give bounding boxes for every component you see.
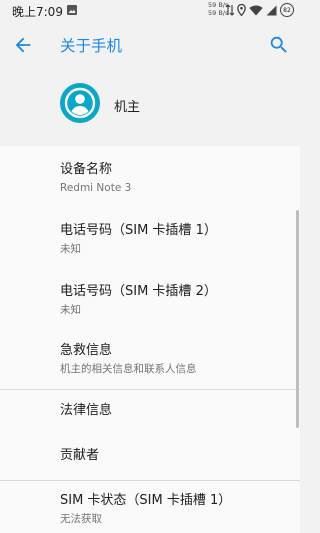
status-icons: 82 (226, 3, 294, 17)
item-title: SIM 卡状态（SIM 卡插槽 1） (60, 493, 232, 508)
item-title: 设备名称 (60, 162, 113, 177)
signal-icon (266, 5, 277, 16)
item-subtitle: Redmi Note 3 (60, 182, 132, 194)
list-item-sim-status-sim1[interactable]: SIM 卡状态（SIM 卡插槽 1） 无法获取 (60, 493, 290, 526)
image-notification-icon (66, 4, 78, 16)
account-circle-icon (64, 87, 96, 119)
item-subtitle: 无法获取 (60, 513, 102, 525)
owner-label: 机主 (114, 100, 141, 115)
status-bar: 晚上7:09 59 B/s 59 B/s 82 (0, 0, 300, 22)
scrollbar[interactable] (296, 210, 299, 428)
owner-profile[interactable]: 机主 (0, 68, 300, 146)
avatar (60, 83, 100, 123)
back-button[interactable] (12, 34, 34, 56)
wifi-icon (249, 5, 263, 16)
list-item-legal-info[interactable]: 法律信息 (60, 403, 290, 419)
list-item-contributors[interactable]: 贡献者 (60, 448, 290, 464)
item-title: 电话号码（SIM 卡插槽 2） (60, 284, 217, 299)
list-item-phone-number-sim1[interactable]: 电话号码（SIM 卡插槽 1） 未知 (60, 223, 290, 256)
search-icon (270, 36, 287, 53)
divider (0, 480, 300, 481)
status-time: 晚上7:09 (12, 5, 63, 19)
item-title: 贡献者 (60, 448, 100, 463)
item-title: 电话号码（SIM 卡插槽 1） (60, 223, 217, 238)
about-phone-list: 设备名称 Redmi Note 3 电话号码（SIM 卡插槽 1） 未知 电话号… (0, 146, 300, 533)
item-title: 法律信息 (60, 403, 113, 418)
arrow-back-icon (15, 37, 31, 53)
list-item-phone-number-sim2[interactable]: 电话号码（SIM 卡插槽 2） 未知 (60, 284, 290, 317)
data-arrows-icon (226, 4, 234, 16)
list-item-emergency-info[interactable]: 急救信息 机主的相关信息和联系人信息 (60, 343, 290, 376)
search-button[interactable] (268, 34, 290, 56)
battery-icon: 82 (280, 3, 294, 17)
location-icon (237, 4, 246, 16)
item-subtitle: 未知 (60, 243, 81, 255)
item-subtitle: 机主的相关信息和联系人信息 (60, 363, 197, 375)
divider (0, 389, 300, 390)
item-title: 急救信息 (60, 343, 113, 358)
app-bar: 关于手机 (0, 22, 300, 68)
list-item-device-name[interactable]: 设备名称 Redmi Note 3 (60, 162, 290, 195)
item-subtitle: 未知 (60, 304, 81, 316)
page-title: 关于手机 (60, 37, 123, 55)
